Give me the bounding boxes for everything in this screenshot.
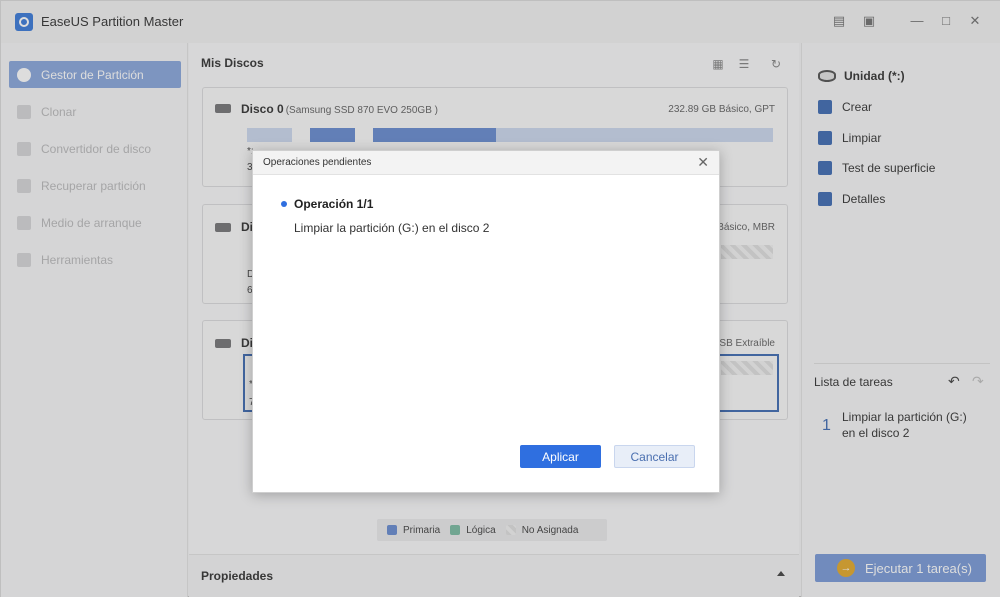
cancel-button[interactable]: Cancelar [614,445,695,468]
close-icon[interactable]: ✕ [697,155,709,169]
bullet-icon [281,201,287,207]
pending-operations-dialog: Operaciones pendientes ✕ Operación 1/1 L… [252,150,720,493]
dialog-title: Operaciones pendientes [263,157,372,168]
app-window: EaseUS Partition Master ▤ ▣ — □ ✕ Gestor… [0,0,1000,597]
apply-button[interactable]: Aplicar [520,445,601,468]
operation-title: Operación 1/1 [294,197,374,211]
operation-description: Limpiar la partición (G:) en el disco 2 [294,221,490,235]
dialog-header: Operaciones pendientes ✕ [253,151,719,175]
